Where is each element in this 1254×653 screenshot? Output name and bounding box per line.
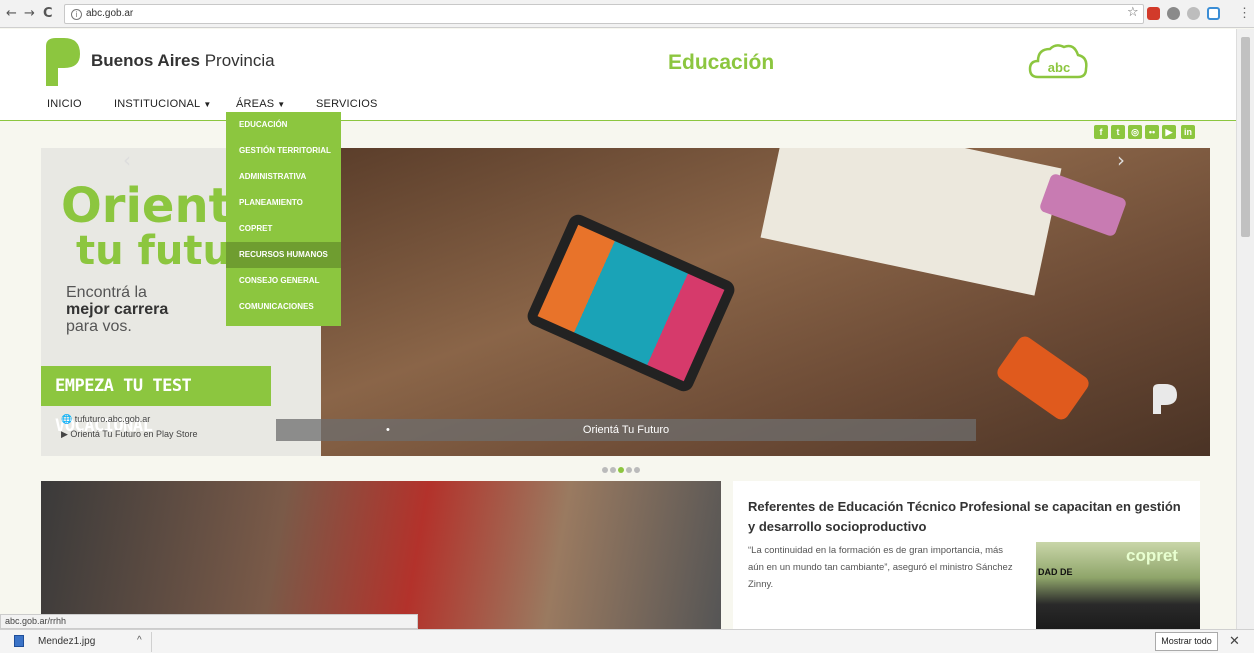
linkedin-icon[interactable]: in [1181, 125, 1195, 139]
tufuturo-link[interactable]: 🌐 tufuturo.abc.gob.ar [61, 414, 150, 425]
chevron-up-icon[interactable]: ^ [137, 635, 142, 646]
slider-dot[interactable] [634, 467, 640, 473]
tagline-line-1: Encontrá la [66, 284, 147, 301]
puzzle-extension-icon[interactable] [1167, 7, 1180, 20]
vocational-test-button[interactable]: EMPEZA TU TEST VOCACIONAL [41, 366, 271, 436]
divider [151, 632, 152, 652]
news-body: “La continuidad en la formación es de gr… [748, 545, 1013, 590]
slider-prev-button[interactable]: ‹ [123, 148, 131, 172]
address-bar[interactable]: i abc.gob.ar [64, 4, 1144, 24]
cloud-extension-icon[interactable] [1187, 7, 1200, 20]
back-button[interactable]: ← [6, 6, 17, 21]
tagline-line-2: mejor carrera [66, 301, 168, 318]
status-bar-url: abc.gob.ar/rrhh [0, 614, 418, 629]
slider-dot[interactable] [626, 467, 632, 473]
dropdown-item-consejo-general[interactable]: CONSEJO GENERAL [226, 268, 341, 294]
bookmark-star-icon[interactable]: ☆ [1127, 5, 1139, 20]
slide-photo [321, 148, 1210, 456]
abc-logo-text: abc [1048, 60, 1070, 75]
show-all-button[interactable]: Mostrar todo [1155, 632, 1218, 651]
brand-rest: Provincia [199, 51, 275, 70]
slider-dots [602, 460, 642, 478]
play-store-link[interactable]: ▶ Orientá Tu Futuro en Play Store [61, 429, 198, 440]
slider-next-button[interactable]: › [1117, 148, 1125, 172]
news-title[interactable]: Referentes de Educación Técnico Profesio… [748, 497, 1188, 537]
nav-item-areas[interactable]: ÁREAS ▼ [236, 98, 285, 110]
image-file-icon [14, 635, 24, 647]
nav-label: INICIO [47, 98, 82, 110]
dropdown-item-copret[interactable]: COPRET [226, 216, 341, 242]
flickr-icon[interactable]: •• [1145, 125, 1159, 139]
phone-shape [1038, 172, 1128, 238]
slider-dot[interactable] [602, 467, 608, 473]
tag-extension-icon[interactable] [1147, 7, 1160, 20]
news-photo[interactable] [41, 481, 721, 629]
page-scrollbar[interactable] [1236, 29, 1254, 629]
browser-toolbar: ← → C i abc.gob.ar ☆ ⋮ [0, 0, 1254, 28]
hero-slider[interactable]: Orientá tu futu Encontrá la mejor carrer… [41, 148, 1210, 456]
site-header: Buenos Aires Provincia Educación abc INI… [0, 29, 1236, 121]
slider-dot[interactable] [610, 467, 616, 473]
youtube-icon[interactable]: ▶ [1162, 125, 1176, 139]
chevron-down-icon: ▼ [277, 100, 286, 109]
close-icon[interactable]: ✕ [1229, 633, 1240, 649]
tagline-bold: mejor carrera [66, 301, 169, 318]
info-icon[interactable]: i [71, 9, 82, 20]
dropdown-item-administrativa[interactable]: ADMINISTRATIVA [226, 164, 341, 190]
brand-name[interactable]: Buenos Aires Provincia [91, 51, 275, 71]
slide-headline-2: tu futu [76, 228, 231, 274]
nav-item-servicios[interactable]: SERVICIOS [316, 98, 378, 110]
phone-shape [994, 333, 1092, 423]
provincia-p-logo-icon[interactable] [42, 36, 82, 88]
abc-cloud-logo-icon[interactable]: abc [1028, 41, 1090, 83]
instagram-icon[interactable]: ◎ [1128, 125, 1142, 139]
slider-dot-active[interactable] [618, 467, 624, 473]
chevron-down-icon: ▼ [203, 100, 212, 109]
nav-label: SERVICIOS [316, 98, 378, 110]
dropdown-item-recursos-humanos[interactable]: RECURSOS HUMANOS [226, 242, 341, 268]
brand-bold: Buenos Aires [91, 51, 200, 70]
thumbnail-brand-text: copret [1126, 546, 1178, 565]
caption-marker: • [386, 424, 390, 436]
nav-label: INSTITUCIONAL [114, 98, 201, 110]
url-text: abc.gob.ar [86, 8, 134, 19]
nav-item-inicio[interactable]: INICIO [47, 98, 82, 110]
cast-extension-icon[interactable] [1207, 7, 1220, 20]
reload-button[interactable]: C [43, 6, 53, 21]
dropdown-item-gestion-territorial[interactable]: GESTIÓN TERRITORIAL [226, 138, 341, 164]
dropdown-item-comunicaciones[interactable]: COMUNICACIONES [226, 294, 341, 320]
news-thumbnail[interactable]: DAD DE copret [1036, 542, 1200, 629]
tablet-shape [524, 211, 738, 395]
download-file-name[interactable]: Mendez1.jpg [38, 636, 95, 647]
page-title: Educación [668, 51, 775, 74]
news-card[interactable]: Referentes de Educación Técnico Profesio… [733, 481, 1200, 629]
dropdown-item-educacion[interactable]: EDUCACIÓN [226, 112, 341, 138]
areas-dropdown-menu: EDUCACIÓN GESTIÓN TERRITORIAL ADMINISTRA… [226, 112, 341, 326]
slide-caption[interactable]: • Orientá Tu Futuro [276, 419, 976, 441]
slide-tagline: Encontrá la mejor carrera para vos. [66, 284, 168, 335]
dropdown-item-planeamiento[interactable]: PLANEAMIENTO [226, 190, 341, 216]
facebook-icon[interactable]: f [1094, 125, 1108, 139]
forward-button[interactable]: → [24, 6, 35, 21]
browser-menu-icon[interactable]: ⋮ [1238, 5, 1251, 21]
scrollbar-thumb[interactable] [1241, 37, 1250, 237]
thumbnail-sign-text: DAD DE [1038, 567, 1073, 577]
twitter-icon[interactable]: t [1111, 125, 1125, 139]
page-content: Buenos Aires Provincia Educación abc INI… [0, 29, 1236, 629]
caption-text: Orientá Tu Futuro [582, 424, 670, 436]
nav-label: ÁREAS [236, 98, 275, 110]
download-bar: Mendez1.jpg ^ Mostrar todo ✕ [0, 629, 1254, 653]
tagline-line-3: para vos. [66, 318, 132, 335]
nav-item-institucional[interactable]: INSTITUCIONAL ▼ [114, 98, 211, 110]
p-watermark-icon [1153, 384, 1177, 414]
book-shape [760, 148, 1062, 296]
